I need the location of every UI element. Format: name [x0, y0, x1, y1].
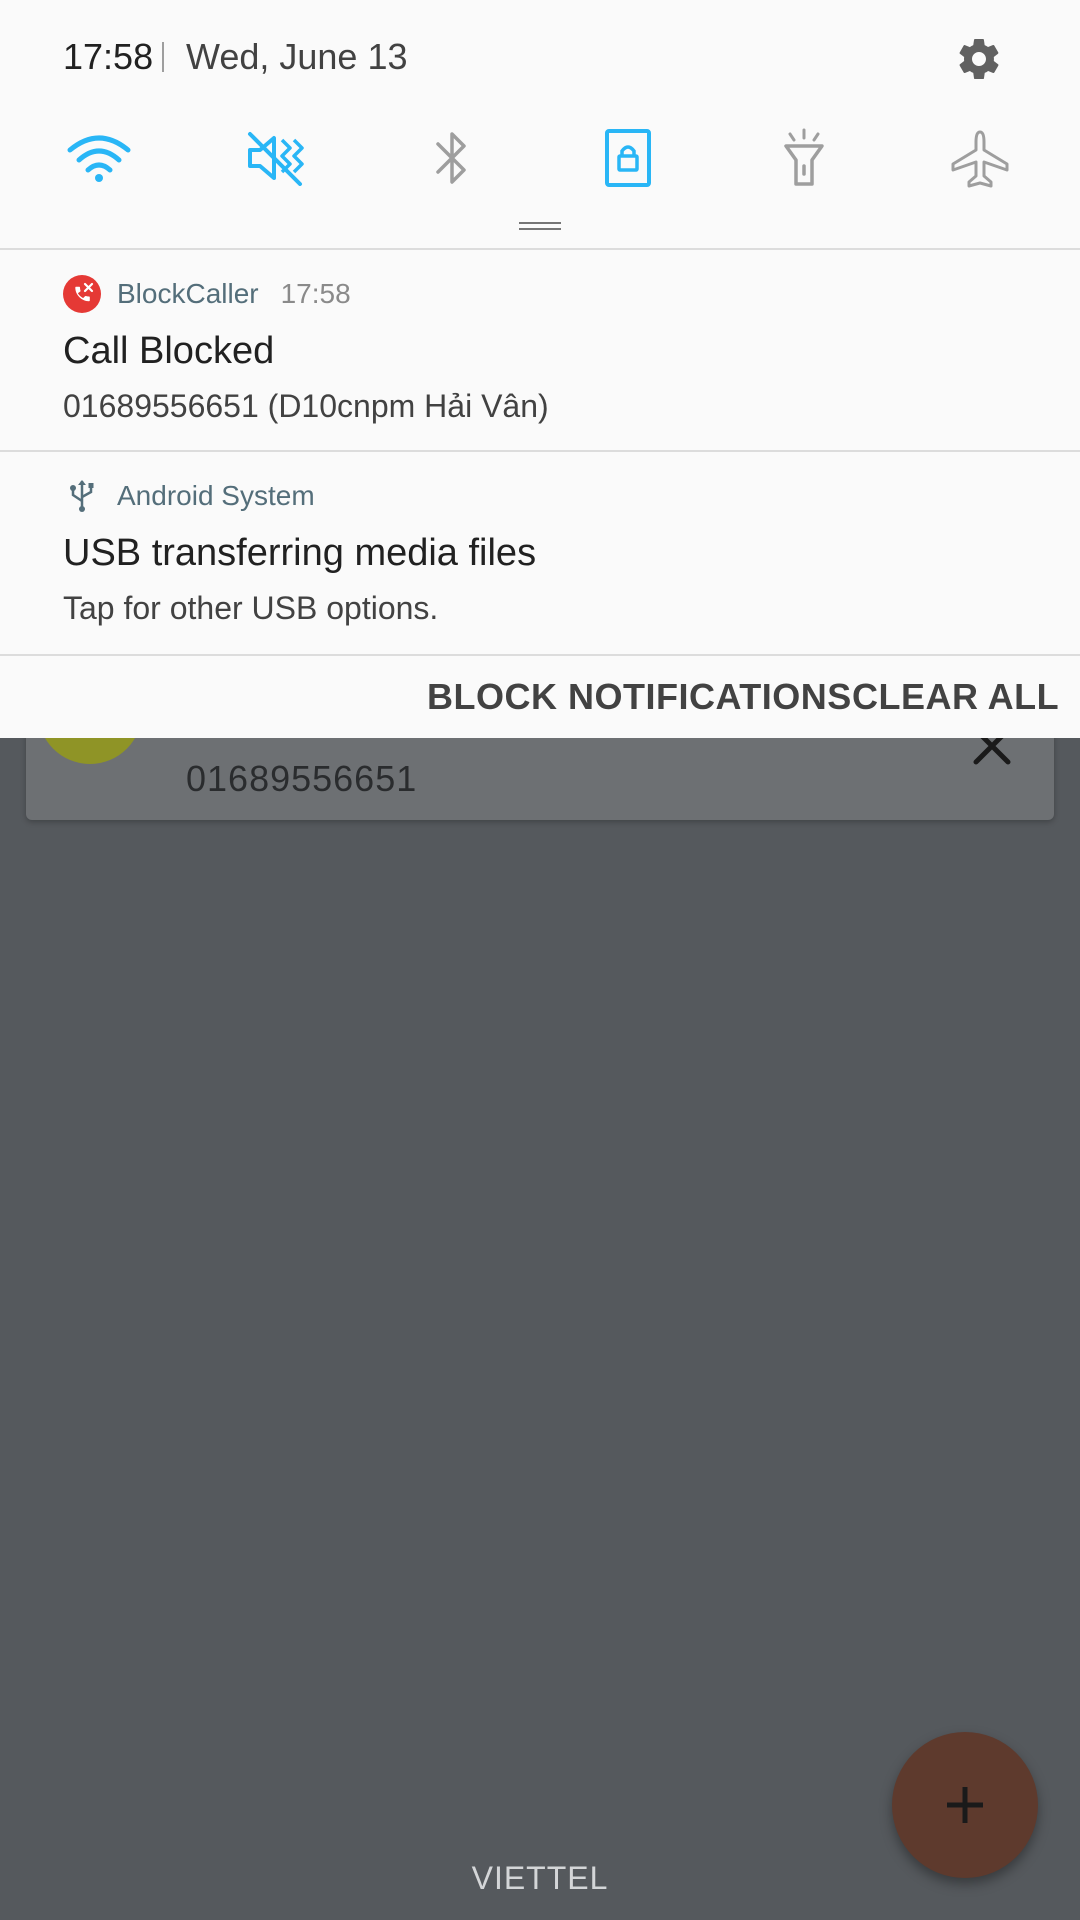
quick-setting-flashlight[interactable]	[760, 118, 848, 198]
notification-header: BlockCaller 17:58	[63, 274, 351, 314]
wifi-icon	[67, 135, 131, 182]
notification-blockcaller[interactable]: BlockCaller 17:58 Call Blocked 016895566…	[0, 250, 1080, 450]
quick-setting-wifi[interactable]	[55, 118, 143, 198]
screen-rotation-lock-icon	[605, 129, 651, 187]
flashlight-icon	[784, 128, 824, 186]
blocked-number: 01689556651	[186, 758, 418, 799]
notification-title: USB transferring media files	[63, 532, 537, 574]
quick-setting-sound[interactable]	[232, 118, 320, 198]
app-name: BlockCaller	[117, 278, 259, 309]
shade-header: 17:58 Wed, June 13	[0, 0, 1080, 110]
quick-setting-bluetooth[interactable]	[408, 118, 496, 198]
notification-text: 01689556651 (D10cnpm Hải Vân)	[63, 388, 549, 424]
block-notifications-button[interactable]: BLOCK NOTIFICATIONS	[427, 676, 852, 718]
notification-header: Android System	[63, 476, 315, 516]
plus-icon	[947, 1787, 983, 1823]
notification-title: Call Blocked	[63, 330, 275, 372]
notification-usb[interactable]: Android System USB transferring media fi…	[0, 452, 1080, 652]
carrier-label: VIETTEL	[471, 1860, 609, 1896]
notification-text: Tap for other USB options.	[63, 590, 439, 626]
notification-shade: 17:58 Wed, June 13 BlockCaller 17:58 Cal…	[0, 0, 1080, 738]
sound-muted-vibrate-icon	[248, 132, 304, 186]
notification-actions: BLOCK NOTIFICATIONS CLEAR ALL	[0, 656, 1080, 738]
add-button[interactable]	[892, 1732, 1038, 1878]
gear-icon	[959, 39, 999, 80]
bluetooth-icon	[436, 132, 466, 184]
quick-setting-rotation-lock[interactable]	[584, 118, 672, 198]
quick-setting-airplane[interactable]	[936, 118, 1024, 198]
blockcaller-app-icon	[63, 275, 101, 313]
quick-settings-row	[0, 118, 1080, 198]
usb-icon	[63, 477, 101, 515]
clock: 17:58	[63, 36, 154, 77]
clear-all-button[interactable]: CLEAR ALL	[852, 676, 1059, 718]
date: Wed, June 13	[186, 36, 408, 77]
header-separator	[162, 42, 164, 72]
notification-time: 17:58	[280, 278, 351, 309]
shade-drag-handle[interactable]	[519, 222, 561, 230]
settings-button[interactable]	[952, 32, 1006, 86]
app-name: Android System	[117, 480, 315, 511]
airplane-mode-icon	[951, 130, 1009, 188]
